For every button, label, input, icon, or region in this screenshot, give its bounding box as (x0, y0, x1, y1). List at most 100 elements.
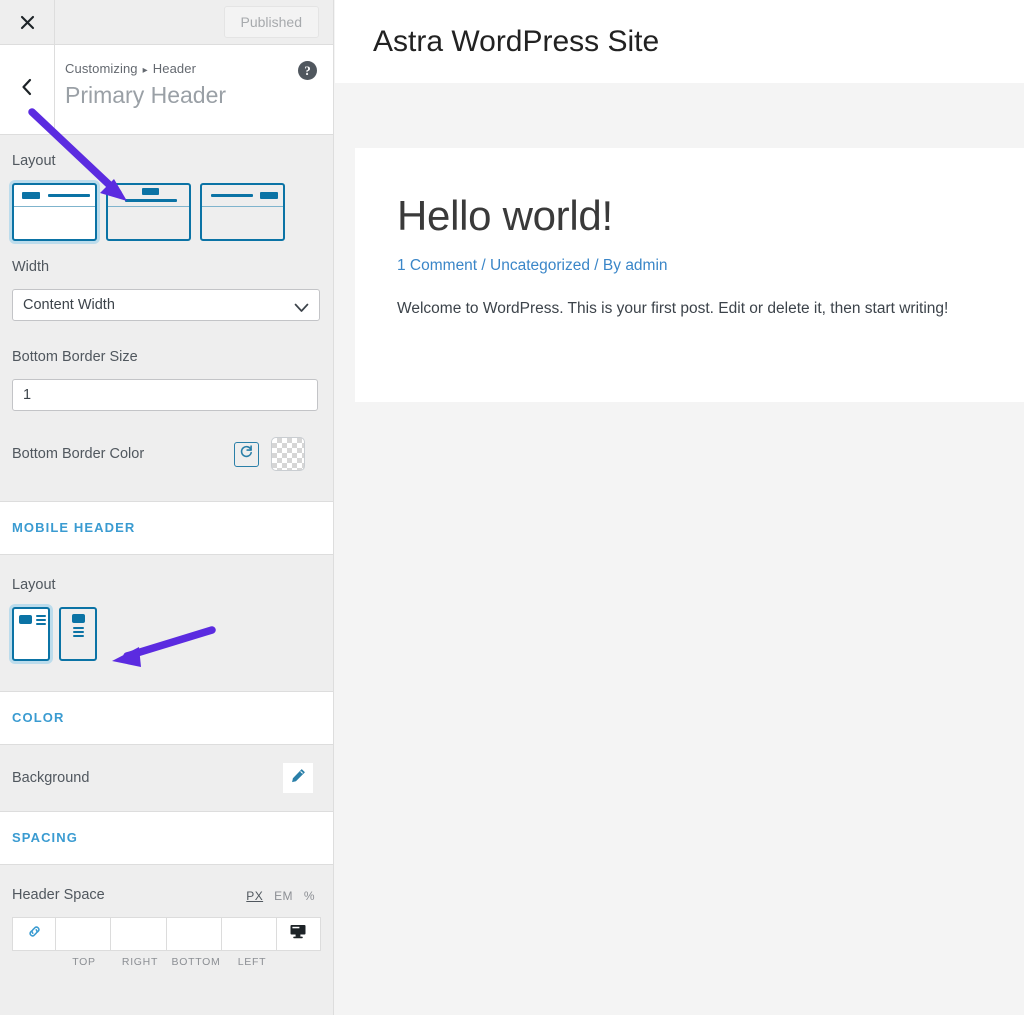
unit-switcher: PX EM % (246, 889, 315, 903)
menu-line-icon (73, 627, 84, 629)
mobile-layout-label: Layout (12, 577, 321, 593)
menu-line-icon (73, 635, 84, 637)
mobile-layout-control: Layout (0, 555, 333, 691)
menu-line-icon (36, 615, 46, 617)
chevron-left-icon (20, 77, 34, 102)
section-mobile-header[interactable]: MOBILE HEADER (0, 501, 333, 555)
post-body: Welcome to WordPress. This is your first… (397, 297, 984, 322)
spacing-top-cell (56, 918, 111, 950)
close-customizer-button[interactable] (0, 0, 55, 44)
spacing-left-cell (222, 918, 277, 950)
layout-icon-top-zone (14, 185, 95, 206)
spacing-bottom-cell (167, 918, 222, 950)
spacing-label-left: LEFT (224, 956, 280, 968)
background-control: Background (0, 745, 333, 811)
section-color[interactable]: COLOR (0, 691, 333, 745)
bottom-border-size-control: Bottom Border Size (0, 335, 333, 425)
header-space-label: Header Space (12, 887, 105, 903)
spacing-label-spacer (12, 956, 56, 968)
customizer-panel-header: Customizing▸Header Primary Header ? (0, 45, 333, 135)
mobile-layout-option-logo-left[interactable] (12, 607, 50, 661)
mobile-layout-option-logo-center[interactable] (59, 607, 97, 661)
menu-bar-icon (125, 199, 177, 202)
post-title: Hello world! (397, 192, 984, 240)
desktop-layout-option-logo-center[interactable] (106, 183, 191, 241)
section-mobile-header-label: MOBILE HEADER (12, 520, 135, 535)
spacing-label-bottom: BOTTOM (168, 956, 224, 968)
close-icon (19, 14, 36, 31)
spacing-bottom-input[interactable] (167, 918, 221, 950)
desktop-layout-option-logo-right[interactable] (200, 183, 285, 241)
desktop-layout-option-logo-left[interactable] (12, 183, 97, 241)
breadcrumb-root[interactable]: Customizing (65, 61, 138, 76)
publish-button[interactable]: Published (224, 6, 320, 38)
post-author-link[interactable]: By admin (603, 257, 668, 274)
post-category-link[interactable]: Uncategorized (490, 257, 590, 274)
spacing-right-input[interactable] (111, 918, 165, 950)
customizer-topbar: Published (0, 0, 333, 45)
post-meta: 1 Comment / Uncategorized / By admin (397, 257, 984, 275)
spacing-field-labels: TOP RIGHT BOTTOM LEFT (12, 956, 321, 968)
header-space-control: Header Space PX EM % (0, 865, 333, 968)
menu-bar-icon (48, 194, 90, 197)
breadcrumb-section[interactable]: Header (153, 61, 196, 76)
spacing-label-right: RIGHT (112, 956, 168, 968)
layout-icon-top-zone (108, 185, 189, 206)
customizer-sidebar: Published Customizing▸Header Primary Hea… (0, 0, 334, 1015)
site-preview-pane: Astra WordPress Site Hello world! 1 Comm… (335, 0, 1024, 1015)
site-header: Astra WordPress Site (335, 0, 1024, 83)
desktop-layout-label: Layout (12, 153, 321, 169)
back-button[interactable] (0, 45, 55, 134)
section-color-label: COLOR (12, 710, 64, 725)
customizer-screen: Published Customizing▸Header Primary Hea… (0, 0, 1024, 1015)
menu-bar-icon (211, 194, 253, 197)
width-control: Width Content Width (0, 255, 333, 335)
site-title[interactable]: Astra WordPress Site (373, 25, 659, 59)
bottom-border-size-label: Bottom Border Size (12, 349, 321, 365)
spacing-top-input[interactable] (56, 918, 110, 950)
bottom-border-color-label: Bottom Border Color (12, 446, 144, 462)
width-label: Width (12, 259, 321, 275)
desktop-layout-options (12, 183, 321, 241)
layout-icon-divider (14, 206, 95, 207)
panel-header-text: Customizing▸Header Primary Header ? (55, 45, 333, 134)
logo-bar-icon (260, 192, 278, 199)
layout-icon-divider (108, 206, 189, 207)
bottom-border-size-input[interactable] (12, 379, 318, 411)
page-title: Primary Header (65, 82, 319, 110)
menu-line-icon (36, 623, 46, 625)
logo-bar-icon (22, 192, 40, 199)
spacing-left-input[interactable] (222, 918, 276, 950)
mobile-layout-options (12, 607, 321, 661)
layout-icon-divider (202, 206, 283, 207)
menu-line-icon (73, 631, 84, 633)
post-card: Hello world! 1 Comment / Uncategorized /… (355, 148, 1024, 402)
breadcrumb: Customizing▸Header (65, 61, 319, 76)
post-comments-link[interactable]: 1 Comment (397, 257, 477, 274)
section-spacing[interactable]: SPACING (0, 811, 333, 865)
link-values-button[interactable] (13, 918, 56, 950)
header-space-header: Header Space PX EM % (0, 887, 333, 903)
reset-button[interactable] (234, 442, 259, 467)
spacing-label-top: TOP (56, 956, 112, 968)
unit-px[interactable]: PX (246, 889, 263, 903)
pencil-icon (290, 767, 307, 789)
color-swatch-transparent[interactable] (271, 437, 305, 471)
background-edit-button[interactable] (283, 763, 313, 793)
unit-em[interactable]: EM (274, 889, 293, 903)
device-desktop-button[interactable] (277, 918, 320, 950)
meta-separator: / (590, 257, 603, 274)
help-icon[interactable]: ? (298, 61, 317, 80)
meta-separator: / (477, 257, 490, 274)
background-label: Background (12, 770, 89, 786)
topbar-actions: Published (55, 0, 333, 44)
width-select[interactable]: Content Width (12, 289, 320, 321)
logo-bar-icon (72, 614, 85, 623)
spacing-right-cell (111, 918, 166, 950)
spacing-input-grid (12, 917, 321, 951)
unit-percent[interactable]: % (304, 889, 315, 903)
color-tools (234, 437, 305, 471)
reset-icon (239, 444, 254, 464)
layout-icon-top-zone (202, 185, 283, 206)
bottom-border-color-control: Bottom Border Color (0, 425, 333, 483)
